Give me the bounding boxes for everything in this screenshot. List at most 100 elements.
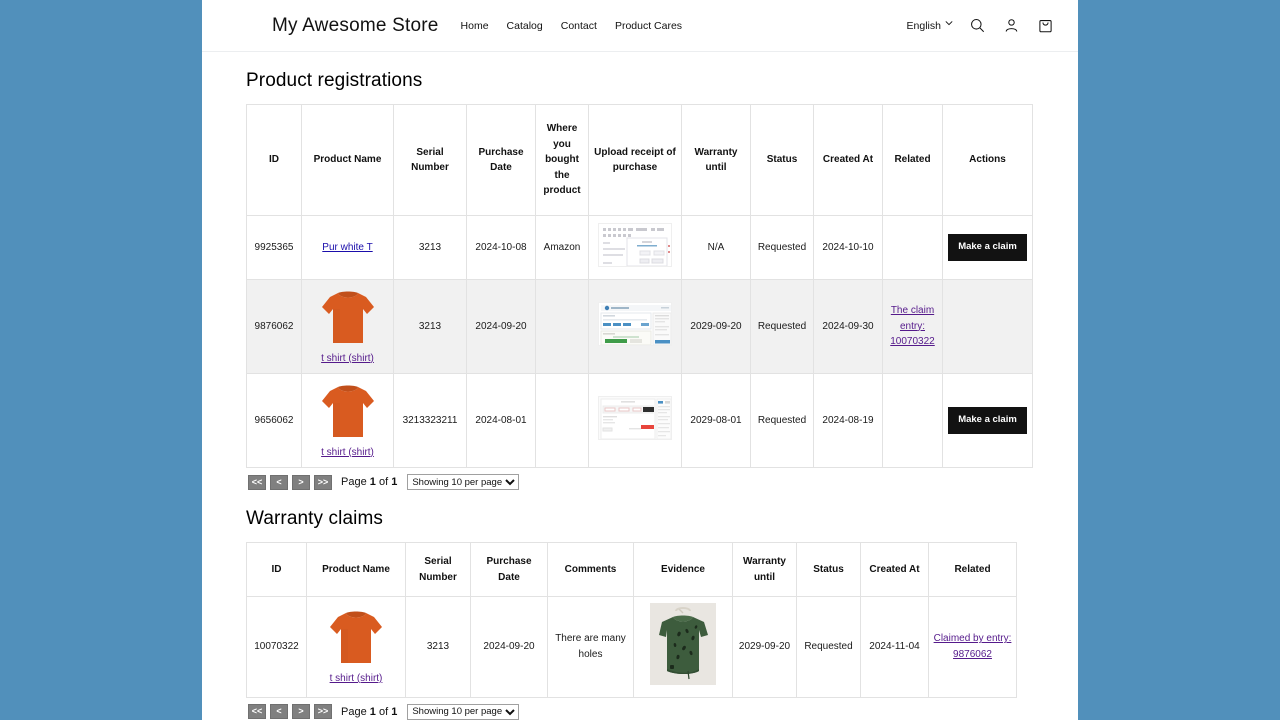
cell-purchase-date: 2024-08-01 — [466, 373, 536, 468]
pagination-page-total: 1 — [391, 476, 398, 488]
cell-warranty-until: 2029-09-20 — [681, 279, 751, 374]
col-evidence: Evidence — [633, 542, 733, 597]
col-related: Related — [882, 104, 943, 216]
col-comments: Comments — [547, 542, 634, 597]
claims-title: Warranty claims — [246, 508, 383, 529]
cell-purchase-date: 2024-10-08 — [466, 215, 536, 280]
pagination-next-button[interactable]: > — [292, 704, 310, 719]
per-page-select[interactable]: Showing 10 per page — [407, 474, 520, 490]
col-serial-number: Serial Number — [405, 542, 471, 597]
header-actions: English — [907, 17, 1054, 34]
product-link[interactable]: t shirt (shirt) — [321, 445, 374, 461]
cell-created-at: 2024-11-04 — [860, 596, 929, 698]
cell-serial-number: 3213 — [393, 279, 467, 374]
cell-related — [882, 215, 943, 280]
cell-purchase-date: 2024-09-20 — [470, 596, 548, 698]
col-status: Status — [796, 542, 861, 597]
make-a-claim-button[interactable]: Make a claim — [948, 407, 1027, 434]
pagination-page-number: 1 — [369, 705, 376, 718]
cell-related: Claimed by entry: 9876062 — [928, 596, 1017, 698]
receipt-thumbnail[interactable] — [598, 301, 672, 346]
col-id: ID — [246, 542, 307, 597]
per-page-select[interactable]: Showing 10 per page — [407, 703, 520, 720]
col-upload-receipt: Upload receipt of purchase — [588, 104, 682, 216]
cell-status: Requested — [750, 215, 814, 280]
related-claim-link[interactable]: The claim entry: 10070322 — [890, 305, 935, 347]
cell-created-at: 2024-08-19 — [813, 373, 883, 468]
cell-receipt — [588, 215, 682, 280]
registrations-pagination: << < > >> Page 1 of 1 Showing 10 per pag… — [248, 474, 1034, 490]
nav-item-contact[interactable]: Contact — [561, 20, 597, 32]
cell-product-name: t shirt (shirt) — [301, 373, 394, 468]
cell-evidence — [633, 596, 733, 698]
store-logo-text[interactable]: My Awesome Store — [272, 15, 439, 37]
warranty-claims-table: ID Product Name Serial Number Purchase D… — [246, 542, 1017, 698]
pagination-first-button[interactable]: << — [248, 704, 266, 719]
main-nav: Home Catalog Contact Product Cares — [461, 20, 683, 32]
registrations-title: Product registrations — [246, 70, 423, 91]
language-label: English — [906, 19, 941, 32]
pagination-last-button[interactable]: >> — [314, 474, 332, 490]
pagination-page-number: 1 — [369, 476, 376, 488]
col-purchase-date: Purchase Date — [466, 104, 536, 216]
account-icon[interactable] — [1003, 17, 1020, 34]
product-cell: t shirt (shirt) — [306, 381, 389, 461]
cell-where-bought: Amazon — [535, 215, 589, 280]
cell-status: Requested — [750, 373, 814, 468]
cell-where-bought — [535, 373, 589, 468]
pagination-prev-button[interactable]: < — [270, 474, 288, 490]
table-header-row: ID Product Name Serial Number Purchase D… — [246, 542, 1017, 597]
product-registrations-table: ID Product Name Serial Number Purchase D… — [246, 104, 1033, 468]
evidence-photo[interactable] — [650, 603, 716, 685]
table-row: 9925365 Pur white T 3213 2024-10-08 Amaz… — [246, 215, 1033, 280]
table-header-row: ID Product Name Serial Number Purchase D… — [246, 104, 1033, 216]
col-created-at: Created At — [860, 542, 929, 597]
pagination-next-button[interactable]: > — [292, 474, 310, 490]
cell-actions — [942, 279, 1033, 374]
nav-item-product-cares[interactable]: Product Cares — [615, 20, 682, 32]
col-warranty-until: Warranty until — [732, 542, 797, 597]
nav-item-catalog[interactable]: Catalog — [507, 20, 543, 32]
search-icon[interactable] — [969, 17, 986, 34]
store-page: My Awesome Store Home Catalog Contact Pr… — [202, 0, 1078, 720]
pagination-prev-button[interactable]: < — [270, 704, 288, 719]
claims-pagination: << < > >> Page 1 of 1 Showing 10 per pag… — [248, 703, 1034, 720]
product-cell: t shirt (shirt) — [306, 287, 389, 367]
product-link[interactable]: Pur white T — [322, 242, 372, 253]
col-created-at: Created At — [813, 104, 883, 216]
cell-serial-number: 3213323211 — [393, 373, 467, 468]
language-selector[interactable]: English — [906, 19, 953, 32]
pagination-last-button[interactable]: >> — [314, 704, 332, 719]
related-entry-link[interactable]: Claimed by entry: 9876062 — [934, 633, 1012, 660]
nav-item-home[interactable]: Home — [461, 20, 489, 32]
make-a-claim-button[interactable]: Make a claim — [948, 234, 1027, 261]
cell-serial-number: 3213 — [393, 215, 467, 280]
receipt-thumbnail[interactable] — [598, 395, 672, 440]
product-link[interactable]: t shirt (shirt) — [321, 351, 374, 367]
cell-status: Requested — [750, 279, 814, 374]
cell-id: 9876062 — [246, 279, 302, 374]
cell-related: The claim entry: 10070322 — [882, 279, 943, 374]
pagination-page-total: 1 — [391, 705, 398, 718]
pagination-of: of — [378, 705, 389, 718]
pagination-first-button[interactable]: << — [248, 474, 266, 490]
cell-warranty-until: N/A — [681, 215, 751, 280]
store-header: My Awesome Store Home Catalog Contact Pr… — [202, 0, 1078, 52]
cell-warranty-until: 2029-08-01 — [681, 373, 751, 468]
product-link[interactable]: t shirt (shirt) — [330, 671, 383, 687]
cell-comments: There are many holes — [547, 596, 634, 698]
cell-actions: Make a claim — [942, 373, 1033, 468]
cell-serial-number: 3213 — [405, 596, 471, 698]
cell-status: Requested — [796, 596, 861, 698]
col-product-name: Product Name — [301, 104, 394, 216]
cell-related — [882, 373, 943, 468]
cart-icon[interactable] — [1037, 17, 1054, 34]
cell-product-name: Pur white T — [301, 215, 394, 280]
pagination-page-prefix: Page — [341, 476, 367, 488]
product-cell: t shirt (shirt) — [311, 607, 401, 687]
tshirt-image — [324, 607, 388, 669]
pagination-page-prefix: Page — [341, 705, 367, 718]
col-purchase-date: Purchase Date — [470, 542, 548, 597]
col-status: Status — [750, 104, 814, 216]
receipt-thumbnail[interactable] — [598, 222, 672, 267]
